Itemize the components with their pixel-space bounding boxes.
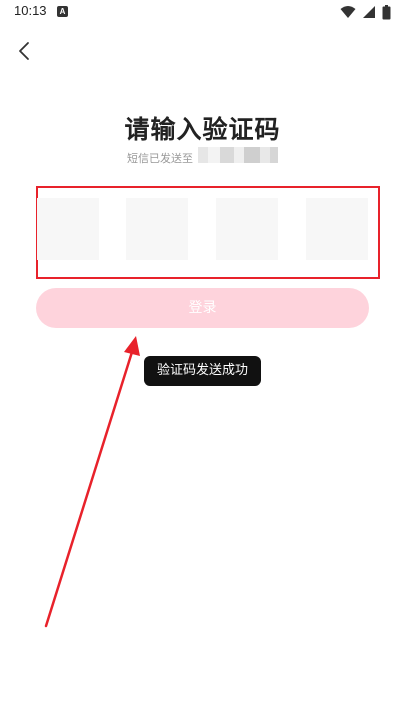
- code-input-cell-1[interactable]: [37, 198, 99, 260]
- code-input-cell-3[interactable]: [216, 198, 278, 260]
- battery-icon: [382, 4, 391, 19]
- login-button[interactable]: 登录: [36, 288, 369, 328]
- wifi-icon: [340, 6, 356, 18]
- code-input-cell-2[interactable]: [126, 198, 188, 260]
- verification-screen: 10:13 A 请输入验证码 短信已发送至 登录 验证码发送成功: [0, 0, 405, 720]
- masked-phone-number: [198, 147, 278, 163]
- code-input-cell-4[interactable]: [306, 198, 368, 260]
- back-arrow-icon[interactable]: [14, 40, 36, 62]
- page-title: 请输入验证码: [124, 115, 281, 144]
- status-bar: 10:13 A: [0, 0, 405, 24]
- status-icons: [340, 4, 391, 20]
- signal-icon: [363, 6, 375, 18]
- sms-sent-label: 短信已发送至: [127, 152, 193, 165]
- toast-message: 验证码发送成功: [144, 356, 261, 386]
- notification-badge-icon: A: [57, 6, 68, 17]
- status-time: 10:13: [14, 3, 47, 18]
